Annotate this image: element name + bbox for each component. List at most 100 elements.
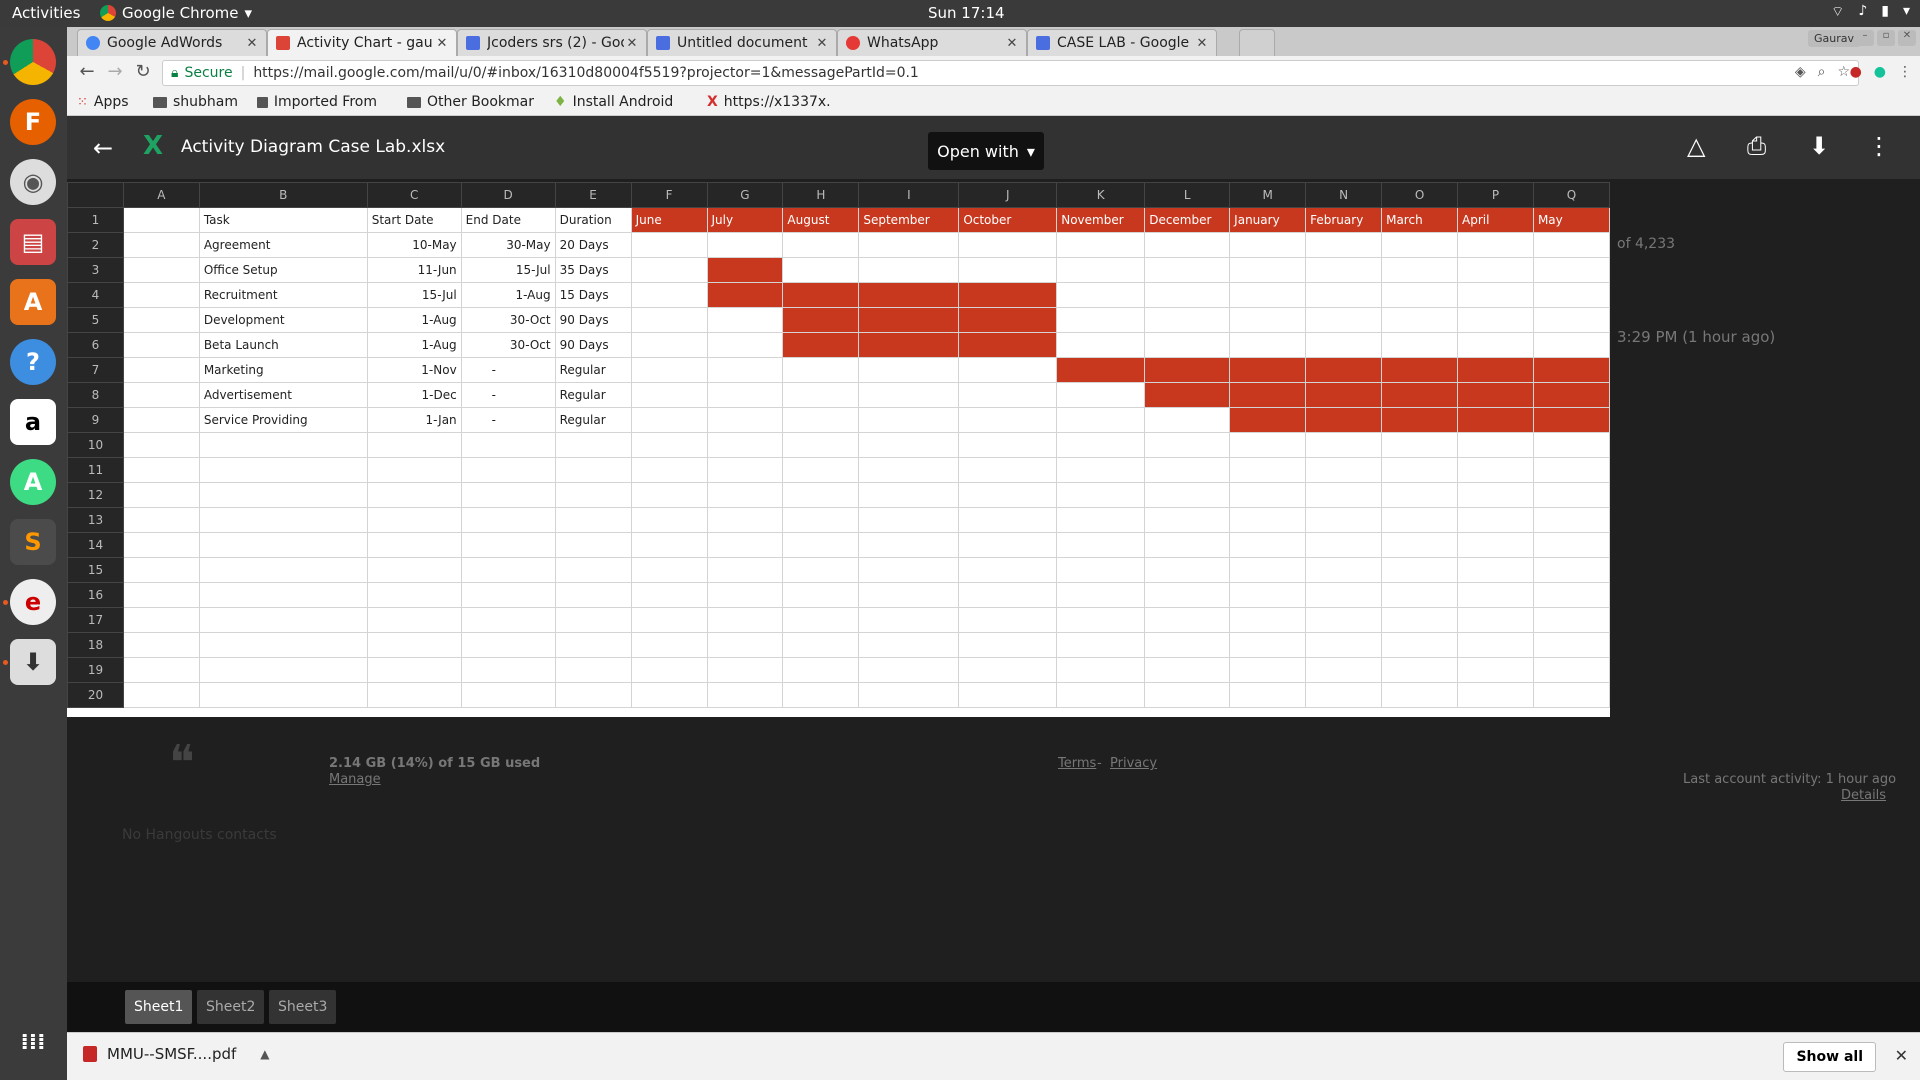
gantt-cell[interactable] — [1056, 232, 1146, 258]
empty-cell[interactable] — [366, 607, 462, 633]
menu-icon[interactable]: ⋮ — [1898, 64, 1912, 80]
empty-cell[interactable] — [1144, 682, 1231, 708]
column-header[interactable]: Q — [1532, 182, 1611, 208]
column-header[interactable]: G — [706, 182, 784, 208]
empty-cell[interactable] — [706, 532, 784, 558]
gantt-cell[interactable] — [858, 382, 960, 408]
gantt-cell[interactable] — [1144, 282, 1231, 308]
gantt-bar-cell[interactable] — [1229, 382, 1307, 408]
empty-cell[interactable] — [782, 607, 860, 633]
empty-cell[interactable] — [460, 557, 556, 583]
gantt-cell[interactable] — [706, 232, 784, 258]
sublime-text-icon[interactable]: S — [10, 519, 56, 565]
cell-a[interactable] — [122, 382, 200, 408]
gantt-cell[interactable] — [1457, 232, 1534, 258]
empty-cell[interactable] — [198, 557, 368, 583]
cell-a[interactable] — [122, 482, 200, 508]
gantt-cell[interactable] — [782, 407, 860, 433]
empty-cell[interactable] — [1381, 582, 1459, 608]
empty-cell[interactable] — [630, 507, 708, 533]
gantt-cell[interactable] — [1457, 282, 1534, 308]
profile-button[interactable]: Gaurav — [1807, 30, 1860, 47]
empty-cell[interactable] — [460, 532, 556, 558]
empty-cell[interactable] — [554, 657, 632, 683]
duration[interactable]: 90 Days — [554, 307, 632, 333]
empty-cell[interactable] — [958, 482, 1058, 508]
empty-cell[interactable] — [1532, 682, 1611, 708]
empty-cell[interactable] — [460, 432, 556, 458]
column-header[interactable]: B — [198, 182, 368, 208]
gantt-cell[interactable] — [1056, 407, 1146, 433]
more-options-icon[interactable]: ⋮ — [1867, 132, 1891, 160]
empty-cell[interactable] — [1457, 557, 1534, 583]
empty-cell[interactable] — [630, 557, 708, 583]
row-header[interactable]: 3 — [67, 257, 124, 283]
gantt-cell[interactable] — [1532, 307, 1611, 333]
month-header[interactable]: February — [1305, 207, 1383, 233]
empty-cell[interactable] — [198, 582, 368, 608]
rhythmbox-icon[interactable]: ◉ — [10, 159, 56, 205]
gantt-cell[interactable] — [1381, 332, 1459, 358]
column-header[interactable]: K — [1056, 182, 1146, 208]
empty-cell[interactable] — [1056, 657, 1146, 683]
empty-cell[interactable] — [1457, 657, 1534, 683]
empty-cell[interactable] — [1381, 657, 1459, 683]
row-header[interactable]: 7 — [67, 357, 124, 383]
bookmark-apps[interactable]: ⁙ Apps — [77, 94, 129, 110]
empty-cell[interactable] — [1305, 657, 1383, 683]
gantt-cell[interactable] — [1305, 232, 1383, 258]
empty-cell[interactable] — [1532, 632, 1611, 658]
empty-cell[interactable] — [958, 507, 1058, 533]
gantt-cell[interactable] — [630, 332, 708, 358]
empty-cell[interactable] — [1532, 582, 1611, 608]
close-icon[interactable]: ✕ — [624, 36, 640, 51]
header-task[interactable]: Task — [198, 207, 368, 233]
gantt-cell[interactable] — [706, 332, 784, 358]
empty-cell[interactable] — [554, 557, 632, 583]
gantt-bar-cell[interactable] — [1532, 382, 1611, 408]
gantt-cell[interactable] — [1532, 282, 1611, 308]
sheet-tab-3[interactable]: Sheet3 — [269, 990, 337, 1024]
empty-cell[interactable] — [706, 682, 784, 708]
empty-cell[interactable] — [706, 607, 784, 633]
close-icon[interactable]: ✕ — [814, 36, 830, 51]
empty-cell[interactable] — [460, 682, 556, 708]
empty-cell[interactable] — [706, 507, 784, 533]
empty-cell[interactable] — [1457, 457, 1534, 483]
empty-cell[interactable] — [198, 482, 368, 508]
empty-cell[interactable] — [1381, 507, 1459, 533]
column-header[interactable]: J — [958, 182, 1058, 208]
empty-cell[interactable] — [1056, 482, 1146, 508]
empty-cell[interactable] — [460, 582, 556, 608]
empty-cell[interactable] — [1381, 682, 1459, 708]
gantt-bar-cell[interactable] — [1532, 407, 1611, 433]
gantt-cell[interactable] — [1229, 257, 1307, 283]
cell-a[interactable] — [122, 532, 200, 558]
empty-cell[interactable] — [1532, 607, 1611, 633]
empty-cell[interactable] — [554, 582, 632, 608]
task-name[interactable]: Marketing — [198, 357, 368, 383]
empty-cell[interactable] — [1381, 632, 1459, 658]
close-icon[interactable]: ✕ — [1004, 36, 1020, 51]
gantt-bar-cell[interactable] — [1305, 382, 1383, 408]
empty-cell[interactable] — [1457, 682, 1534, 708]
gantt-bar-cell[interactable] — [1457, 407, 1534, 433]
empty-cell[interactable] — [366, 682, 462, 708]
empty-cell[interactable] — [706, 432, 784, 458]
start-date[interactable]: 1-Aug — [366, 307, 462, 333]
empty-cell[interactable] — [366, 582, 462, 608]
empty-cell[interactable] — [1457, 632, 1534, 658]
empty-cell[interactable] — [630, 607, 708, 633]
view-icon[interactable]: ◈ — [1795, 64, 1806, 80]
new-tab-button[interactable] — [1239, 29, 1275, 56]
empty-cell[interactable] — [366, 632, 462, 658]
show-apps-icon[interactable]: ⁞⁞⁞ — [10, 1019, 56, 1065]
gantt-cell[interactable] — [958, 407, 1058, 433]
address-bar[interactable]: 🔒︎ Secure | https://mail.google.com/mail… — [162, 60, 1859, 86]
empty-cell[interactable] — [554, 632, 632, 658]
column-header[interactable]: M — [1229, 182, 1307, 208]
gantt-bar-cell[interactable] — [858, 307, 960, 333]
gantt-cell[interactable] — [1144, 257, 1231, 283]
gantt-cell[interactable] — [1457, 257, 1534, 283]
end-date[interactable]: - — [460, 407, 556, 433]
